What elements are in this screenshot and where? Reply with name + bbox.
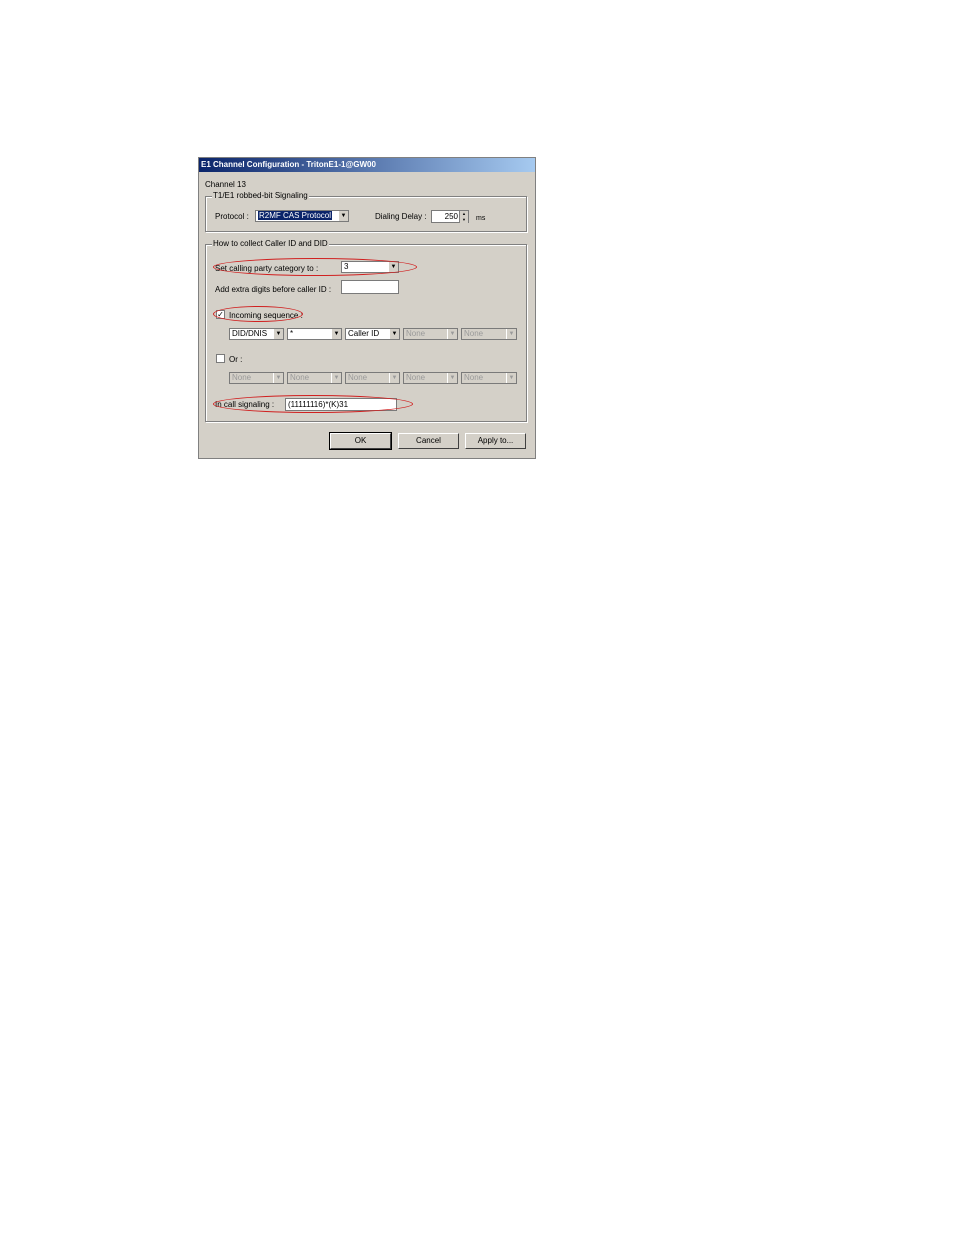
signaling-group-title: T1/E1 robbed-bit Signaling <box>212 191 309 201</box>
apply-to-button[interactable]: Apply to... <box>465 433 526 449</box>
or-combo-4[interactable]: None ▼ <box>403 372 458 384</box>
incoming-combo-4[interactable]: None ▼ <box>403 328 458 340</box>
extra-digits-input[interactable] <box>341 280 399 294</box>
chevron-down-icon: ▼ <box>331 373 341 383</box>
chevron-down-icon: ▼ <box>273 329 283 339</box>
combo-value: DID/DNIS <box>232 329 268 338</box>
call-signaling-label: In call signaling : <box>215 400 275 409</box>
protocol-label: Protocol : <box>215 212 249 221</box>
combo-value: Caller ID <box>348 329 380 338</box>
chevron-down-icon: ▼ <box>338 211 348 221</box>
chevron-down-icon: ▼ <box>273 373 283 383</box>
incoming-combo-5[interactable]: None ▼ <box>461 328 517 340</box>
dialog-title: E1 Channel Configuration - TritonE1-1@GW… <box>199 158 535 172</box>
signaling-group: T1/E1 robbed-bit Signaling <box>205 191 527 232</box>
or-label: Or : <box>229 355 243 364</box>
chevron-down-icon: ▼ <box>388 262 398 272</box>
combo-value: None <box>290 373 310 382</box>
dialing-delay-value: 250 <box>444 212 458 221</box>
dialing-delay-unit: ms <box>476 215 486 222</box>
spinner-icon[interactable]: ▲ ▼ <box>459 211 468 223</box>
combo-value: None <box>464 329 484 338</box>
incoming-sequence-label: Incoming sequence : <box>229 311 303 320</box>
incoming-combo-3[interactable]: Caller ID ▼ <box>345 328 400 340</box>
combo-value: None <box>406 373 426 382</box>
or-combo-3[interactable]: None ▼ <box>345 372 400 384</box>
calling-party-value: 3 <box>344 262 349 271</box>
calling-party-select[interactable]: 3 ▼ <box>341 261 399 273</box>
combo-value: None <box>232 373 252 382</box>
incoming-combo-1[interactable]: DID/DNIS ▼ <box>229 328 284 340</box>
ok-button[interactable]: OK <box>329 432 392 450</box>
or-combo-2[interactable]: None ▼ <box>287 372 342 384</box>
combo-value: None <box>464 373 484 382</box>
combo-value: None <box>406 329 426 338</box>
chevron-down-icon: ▼ <box>447 373 457 383</box>
cancel-button[interactable]: Cancel <box>398 433 459 449</box>
chevron-down-icon: ▼ <box>389 329 399 339</box>
incoming-combo-2[interactable]: * ▼ <box>287 328 342 340</box>
channel-label: Channel 13 <box>205 180 246 189</box>
or-combo-1[interactable]: None ▼ <box>229 372 284 384</box>
combo-value: None <box>348 373 368 382</box>
chevron-down-icon: ▼ <box>506 373 516 383</box>
chevron-down-icon: ▼ <box>389 373 399 383</box>
collect-group-title: How to collect Caller ID and DID <box>212 239 329 249</box>
call-signaling-input[interactable]: (11111116)*(K)31 <box>285 398 397 411</box>
chevron-down-icon: ▼ <box>447 329 457 339</box>
combo-value: * <box>290 329 294 338</box>
chevron-down-icon: ▼ <box>331 329 341 339</box>
extra-digits-label: Add extra digits before caller ID : <box>215 285 332 294</box>
incoming-sequence-checkbox[interactable]: ✓ <box>216 310 225 319</box>
dialing-delay-field[interactable]: 250 ▲ ▼ <box>431 210 469 223</box>
protocol-select[interactable]: R2MF CAS Protocol ▼ <box>255 210 349 222</box>
or-checkbox[interactable] <box>216 354 225 363</box>
or-combo-5[interactable]: None ▼ <box>461 372 517 384</box>
chevron-down-icon: ▼ <box>506 329 516 339</box>
calling-party-label: Set calling party category to : <box>215 264 319 273</box>
e1-channel-configuration-dialog: E1 Channel Configuration - TritonE1-1@GW… <box>198 157 536 459</box>
protocol-value: R2MF CAS Protocol <box>258 211 333 220</box>
dialing-delay-label: Dialing Delay : <box>375 212 427 221</box>
